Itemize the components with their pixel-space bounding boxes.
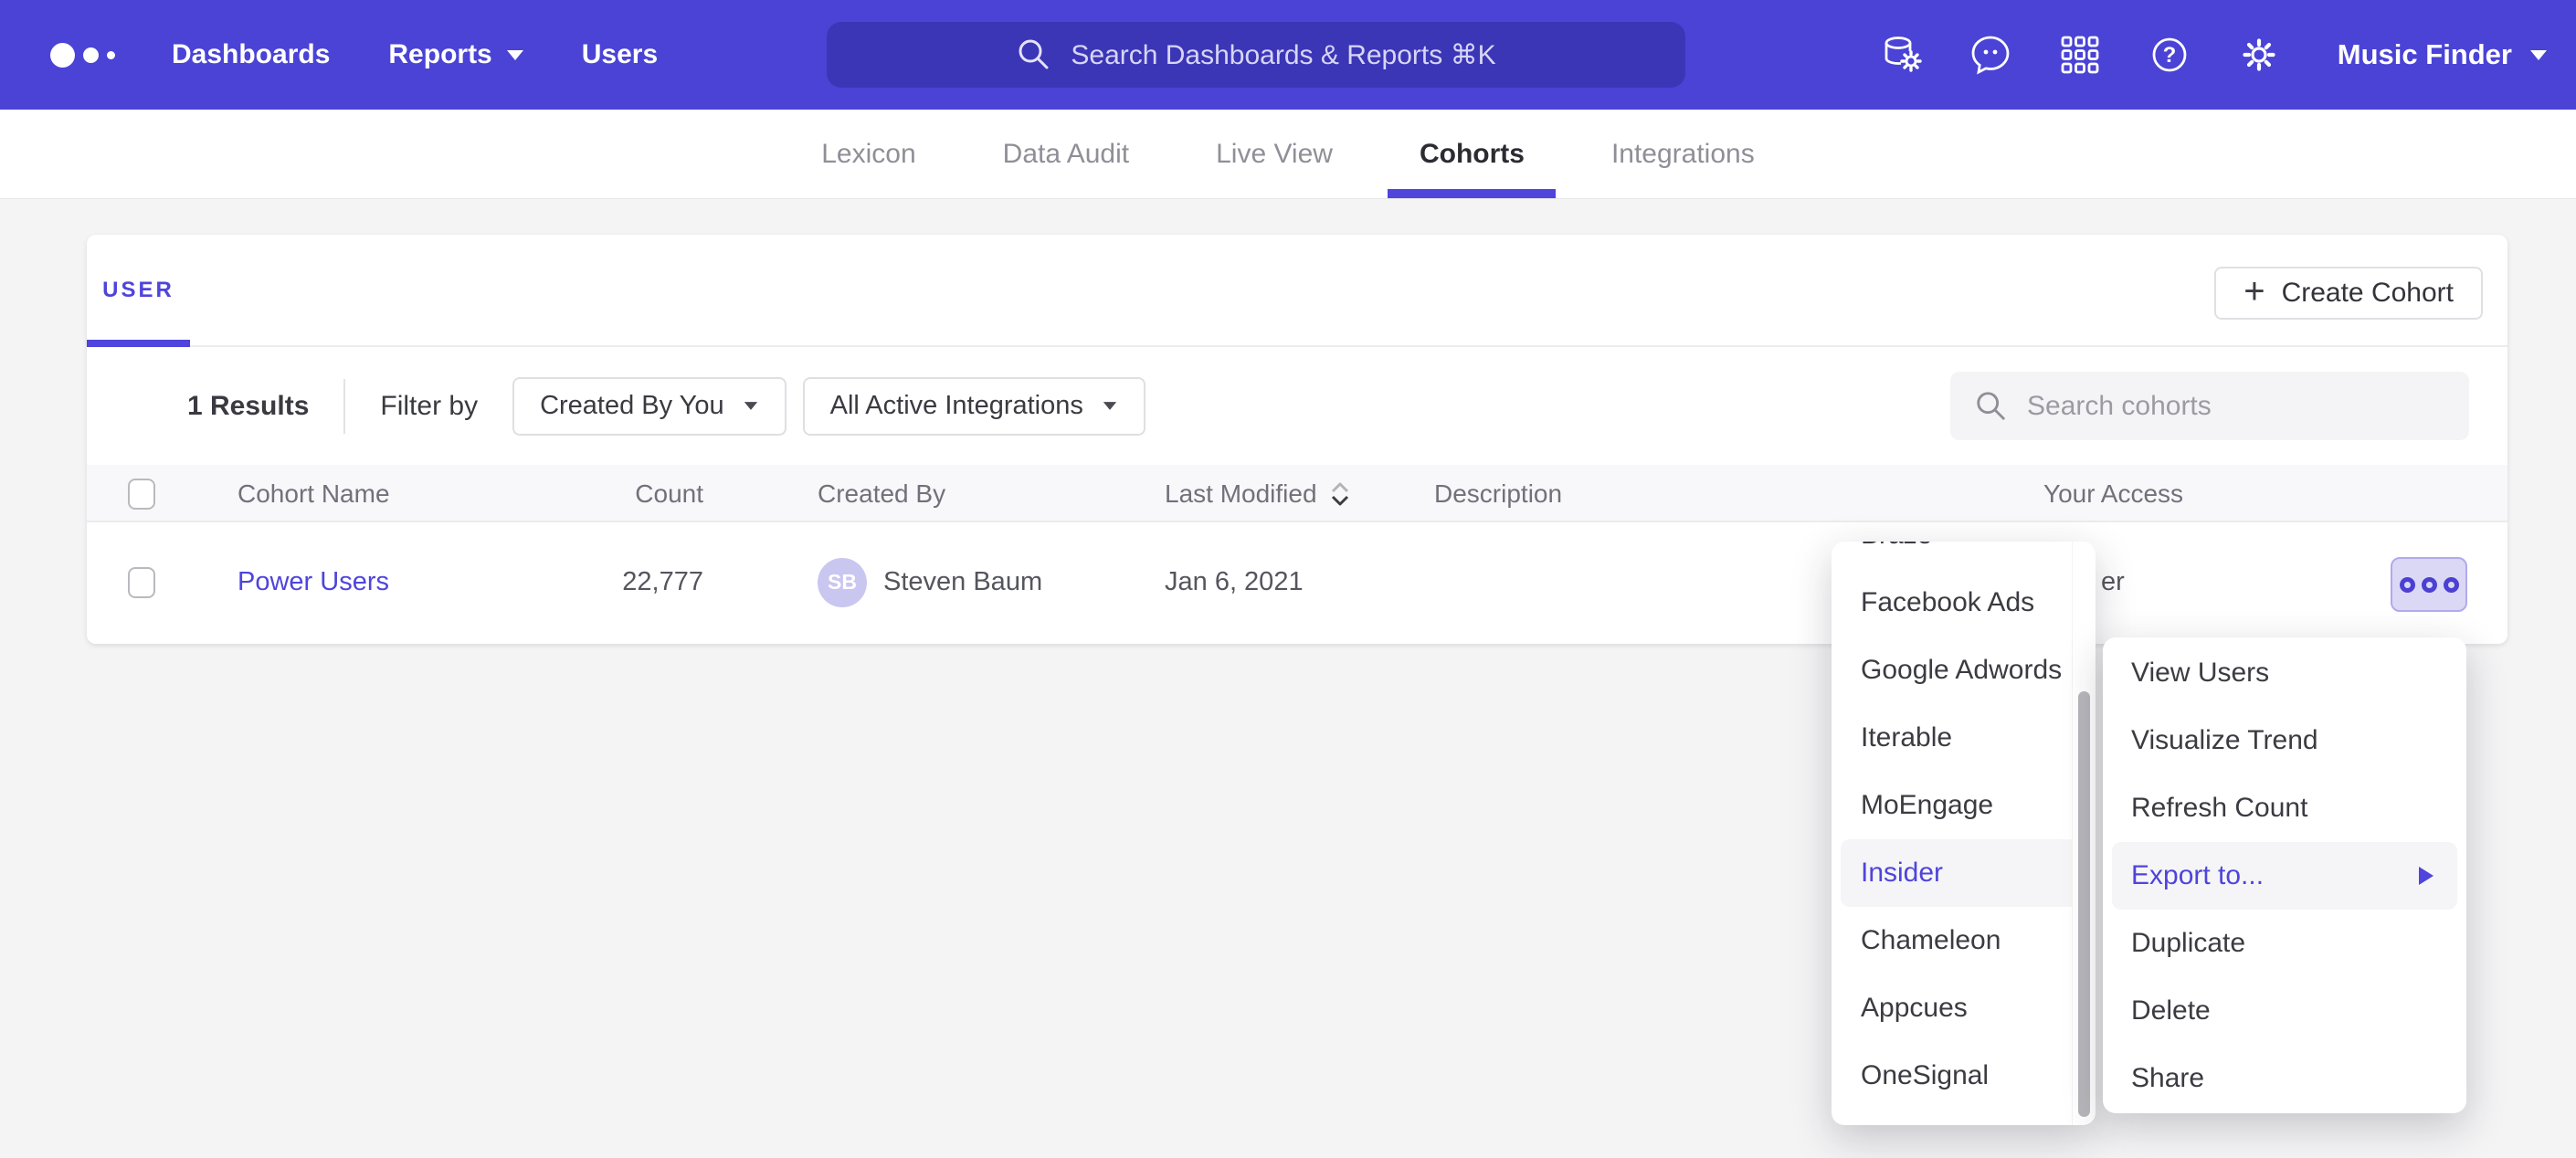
menu-item-delete[interactable]: Delete bbox=[2103, 977, 2466, 1045]
settings-gear-icon[interactable] bbox=[2237, 33, 2281, 77]
menu-item-share[interactable]: Share bbox=[2103, 1045, 2466, 1112]
cohorts-card: USER + Create Cohort 1 Results Filter by… bbox=[87, 235, 2507, 644]
created-by-filter-dropdown[interactable]: Created By You bbox=[512, 377, 787, 436]
cohort-type-tabs: USER + Create Cohort bbox=[87, 235, 2507, 347]
filter-by-label: Filter by bbox=[380, 391, 478, 422]
avatar: SB bbox=[818, 558, 867, 607]
create-cohort-button[interactable]: + Create Cohort bbox=[2214, 267, 2483, 320]
tab-data-audit[interactable]: Data Audit bbox=[1003, 110, 1129, 198]
menu-item-view-users[interactable]: View Users bbox=[2103, 639, 2466, 707]
global-search-placeholder: Search Dashboards & Reports ⌘K bbox=[1071, 39, 1495, 71]
plus-icon: + bbox=[2243, 273, 2265, 310]
topbar: Dashboards Reports Users Search Dashboar… bbox=[0, 0, 2576, 110]
integrations-filter-dropdown[interactable]: All Active Integrations bbox=[803, 377, 1145, 436]
cohort-name-link[interactable]: Power Users bbox=[238, 567, 389, 597]
row-actions-button[interactable] bbox=[2391, 557, 2467, 612]
menu-item-iterable[interactable]: Iterable bbox=[1832, 704, 2096, 772]
ellipsis-circle-icon bbox=[2444, 577, 2459, 593]
nav-dashboards[interactable]: Dashboards bbox=[172, 39, 330, 70]
global-search-button[interactable]: Search Dashboards & Reports ⌘K bbox=[827, 22, 1685, 88]
row-checkbox[interactable] bbox=[128, 567, 155, 598]
tab-live-view[interactable]: Live View bbox=[1216, 110, 1333, 198]
cohort-count: 22,777 bbox=[544, 522, 703, 642]
search-icon bbox=[1974, 389, 2009, 424]
sort-icon bbox=[1328, 479, 1352, 509]
results-count: 1 Results bbox=[187, 391, 309, 422]
svg-text:?: ? bbox=[2162, 43, 2176, 68]
menu-item-chameleon[interactable]: Chameleon bbox=[1832, 907, 2096, 974]
tab-integrations[interactable]: Integrations bbox=[1611, 110, 1755, 198]
menu-item-onesignal[interactable]: OneSignal bbox=[1832, 1042, 2096, 1110]
column-description[interactable]: Description bbox=[1434, 465, 1562, 522]
nav-reports[interactable]: Reports bbox=[388, 39, 523, 70]
table-row: Power Users 22,777 SB Steven Baum Jan 6,… bbox=[87, 522, 2507, 642]
menu-item-insider[interactable]: Insider bbox=[1841, 839, 2086, 907]
menu-item-google-adwords[interactable]: Google Adwords bbox=[1832, 637, 2096, 704]
chevron-down-icon bbox=[2530, 50, 2547, 60]
nav-users[interactable]: Users bbox=[582, 39, 658, 70]
filter-row: 1 Results Filter by Created By You All A… bbox=[87, 347, 2507, 465]
tab-lexicon[interactable]: Lexicon bbox=[821, 110, 915, 198]
last-modified-cell: Jan 6, 2021 bbox=[1165, 522, 1304, 642]
menu-scrollbar-thumb[interactable] bbox=[2078, 691, 2090, 1117]
topbar-right: ? Music Finder bbox=[1879, 0, 2547, 110]
feedback-icon[interactable] bbox=[1969, 33, 2012, 77]
column-count[interactable]: Count bbox=[544, 465, 703, 522]
project-selector[interactable]: Music Finder bbox=[2338, 38, 2547, 71]
menu-item-braze[interactable]: Braze bbox=[1832, 542, 2096, 569]
column-last-modified[interactable]: Last Modified bbox=[1165, 465, 1352, 522]
row-actions-menu: View Users Visualize Trend Refresh Count… bbox=[2103, 637, 2466, 1113]
divider bbox=[343, 379, 345, 434]
chevron-down-icon bbox=[744, 402, 756, 410]
ellipsis-circle-icon bbox=[2400, 577, 2415, 593]
search-icon bbox=[1016, 37, 1052, 73]
export-integrations-menu: Braze Facebook Ads Google Adwords Iterab… bbox=[1832, 542, 2096, 1125]
project-name: Music Finder bbox=[2338, 38, 2512, 71]
topnav: Dashboards Reports Users bbox=[172, 39, 658, 70]
menu-item-appcues[interactable]: Appcues bbox=[1832, 974, 2096, 1042]
apps-grid-icon[interactable] bbox=[2058, 33, 2102, 77]
data-settings-icon[interactable] bbox=[1879, 33, 1923, 77]
table-header: Cohort Name Count Created By Last Modifi… bbox=[87, 465, 2507, 522]
help-icon[interactable]: ? bbox=[2148, 33, 2191, 77]
menu-item-facebook-ads[interactable]: Facebook Ads bbox=[1832, 569, 2096, 637]
select-all-checkbox[interactable] bbox=[128, 479, 155, 510]
menu-item-refresh-count[interactable]: Refresh Count bbox=[2103, 774, 2466, 842]
your-access-value-fragment: er bbox=[2101, 522, 2125, 642]
cohort-search-input[interactable] bbox=[2027, 391, 2429, 422]
menu-item-export-to[interactable]: Export to... bbox=[2112, 842, 2457, 910]
column-created-by[interactable]: Created By bbox=[818, 465, 945, 522]
tab-cohorts[interactable]: Cohorts bbox=[1420, 110, 1525, 198]
chevron-down-icon bbox=[1103, 402, 1116, 410]
ellipsis-circle-icon bbox=[2422, 577, 2437, 593]
cohort-search-box bbox=[1950, 372, 2469, 440]
column-your-access[interactable]: Your Access bbox=[2043, 465, 2183, 522]
column-cohort-name[interactable]: Cohort Name bbox=[238, 465, 390, 522]
menu-item-duplicate[interactable]: Duplicate bbox=[2103, 910, 2466, 977]
created-by-cell: SB Steven Baum bbox=[818, 522, 1042, 642]
created-by-name: Steven Baum bbox=[883, 567, 1042, 597]
submenu-arrow-icon bbox=[2419, 867, 2433, 885]
chevron-down-icon bbox=[507, 50, 523, 60]
menu-item-moengage[interactable]: MoEngage bbox=[1832, 772, 2096, 839]
tab-user-cohorts[interactable]: USER bbox=[87, 235, 190, 345]
mixpanel-logo-icon[interactable] bbox=[50, 43, 115, 68]
menu-item-visualize-trend[interactable]: Visualize Trend bbox=[2103, 707, 2466, 774]
menu-scrollbar-track bbox=[2072, 542, 2096, 1125]
section-tabbar: Lexicon Data Audit Live View Cohorts Int… bbox=[0, 110, 2576, 199]
